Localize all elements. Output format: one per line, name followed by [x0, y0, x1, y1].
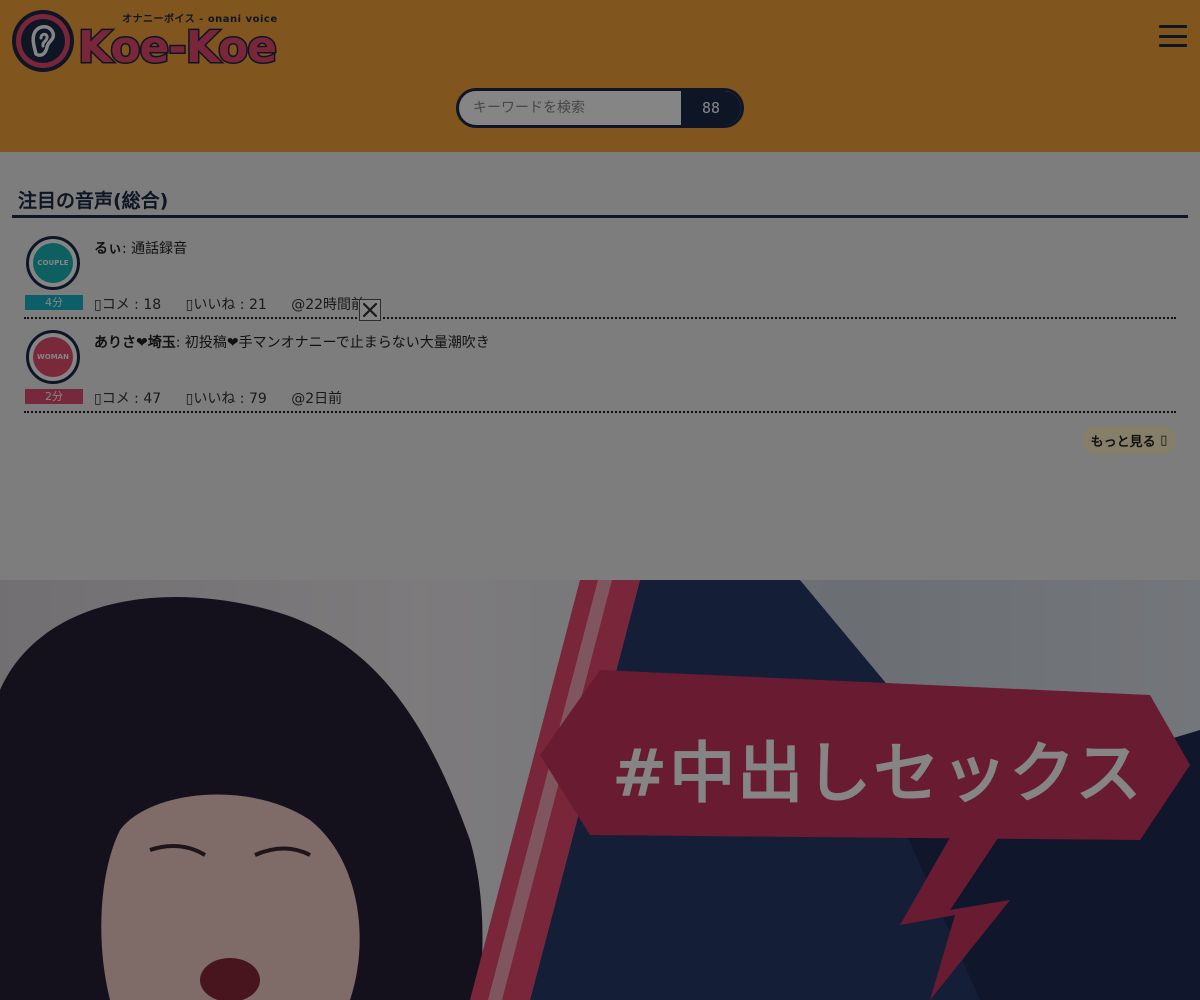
site-header: オナニーボイス - onani voice Koe-Koe 88 — [0, 0, 1200, 152]
section-title: 注目の音声(総合) — [18, 190, 169, 212]
posted-time: @2日前 — [291, 391, 343, 407]
menu-hamburger-icon[interactable] — [1159, 25, 1187, 47]
woman-avatar-icon: WOMAN — [33, 337, 73, 377]
like-count: ▯いいね : 79 — [185, 391, 267, 407]
search-button[interactable]: 88 — [681, 91, 741, 125]
banner-ad[interactable]: #中出しセックス — [0, 580, 1200, 1000]
item-title-text[interactable]: 初投稿❤手マンオナニーで止まらない大量潮吹き — [185, 335, 490, 351]
item-title-text[interactable]: 通話録音 — [131, 241, 187, 257]
list-item[interactable]: WOMAN 2分 ありさ❤埼玉: 初投稿❤手マンオナニーで止まらない大量潮吹き … — [24, 320, 1176, 413]
like-count: ▯いいね : 21 — [185, 297, 267, 313]
couple-avatar-icon: COUPLE — [33, 243, 73, 283]
more-button[interactable]: もっと見る ▯ — [1082, 426, 1176, 454]
avatar[interactable]: COUPLE — [26, 236, 80, 290]
close-icon[interactable] — [359, 299, 381, 321]
item-author[interactable]: ありさ❤埼玉 — [94, 335, 176, 351]
list-item[interactable]: COUPLE 4分 るぃ: 通話録音 ▯コメ : 18 ▯いいね : 21 @2… — [24, 226, 1176, 319]
section-divider — [12, 215, 1188, 218]
logo-text: Koe-Koe — [76, 21, 278, 75]
item-meta: ▯コメ : 47 ▯いいね : 79 @2日前 — [94, 388, 352, 408]
item-meta: ▯コメ : 18 ▯いいね : 21 @22時間前 — [94, 294, 375, 314]
duration-badge: 4分 — [25, 295, 83, 310]
posted-time: @22時間前 — [291, 297, 366, 313]
search-bar: 88 — [456, 88, 744, 128]
ear-logo-icon — [12, 10, 74, 72]
avatar[interactable]: WOMAN — [26, 330, 80, 384]
item-title[interactable]: るぃ: 通話録音 — [94, 238, 187, 258]
site-logo[interactable]: オナニーボイス - onani voice Koe-Koe — [10, 8, 280, 78]
banner-text: #中出しセックス — [612, 735, 1144, 812]
search-icon: 88 — [701, 99, 721, 117]
item-title[interactable]: ありさ❤埼玉: 初投稿❤手マンオナニーで止まらない大量潮吹き — [94, 332, 490, 352]
search-input[interactable] — [461, 93, 683, 123]
duration-badge: 2分 — [25, 389, 83, 404]
item-author[interactable]: るぃ — [94, 241, 122, 257]
comment-count: ▯コメ : 18 — [94, 297, 162, 313]
chevron-right-icon: ▯ — [1160, 432, 1168, 448]
comment-count: ▯コメ : 47 — [94, 391, 162, 407]
